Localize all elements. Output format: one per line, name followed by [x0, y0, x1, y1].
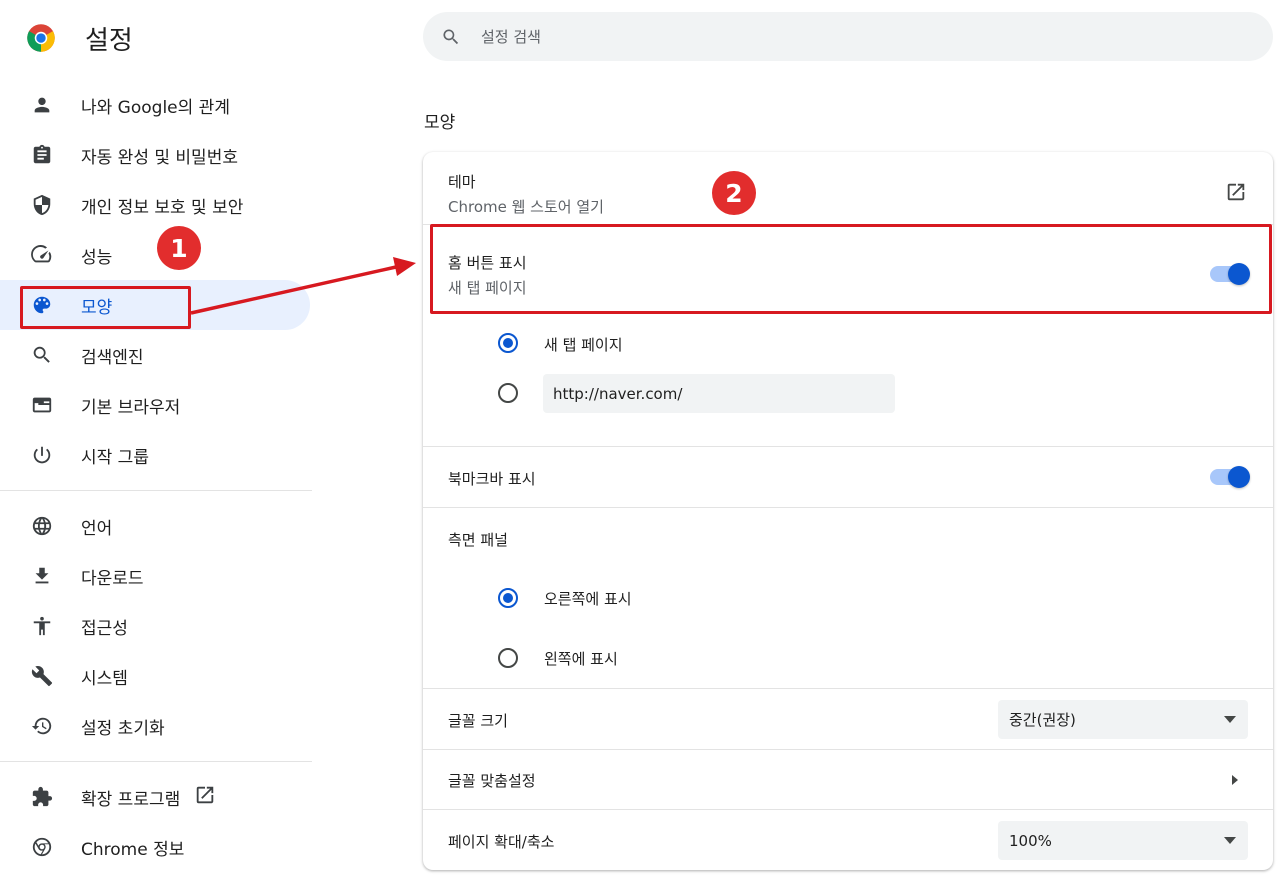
page-zoom-select[interactable]: 100% — [998, 821, 1248, 860]
sidebar-item-label: 성능 — [81, 247, 113, 268]
sidebar-item-label: 언어 — [81, 518, 113, 539]
bookmarks-bar-title: 북마크바 표시 — [448, 470, 536, 488]
settings-header: 설정 — [26, 20, 133, 56]
clipboard-icon — [30, 143, 54, 167]
sidebar-item-on-startup[interactable]: 시작 그룹 — [0, 430, 312, 480]
dropdown-arrow-icon — [1224, 716, 1236, 723]
person-icon — [30, 93, 54, 117]
download-icon — [30, 564, 54, 588]
page-title: 설정 — [85, 25, 133, 56]
sidebar-item-label: 나와 Google의 관계 — [81, 97, 230, 118]
page-zoom-title: 페이지 확대/축소 — [448, 833, 555, 851]
sidebar-item-label: 설정 초기화 — [81, 718, 165, 739]
sidebar-item-extensions[interactable]: 확장 프로그램 — [0, 772, 312, 822]
sidebar-item-search-engine[interactable]: 검색엔진 — [0, 330, 312, 380]
sidebar-item-you-and-google[interactable]: 나와 Google의 관계 — [0, 80, 312, 130]
open-in-new-icon — [180, 784, 216, 810]
chevron-right-icon — [1232, 775, 1238, 785]
globe-icon — [30, 514, 54, 538]
sidebar-item-label: 자동 완성 및 비밀번호 — [81, 147, 238, 168]
shield-icon — [30, 193, 54, 217]
annotation-highlight-home-button — [430, 224, 1272, 314]
restore-icon — [30, 714, 54, 738]
chrome-settings-page: 설정 나와 Google의 관계 자동 완성 및 비밀번호 개인 정보 보호 및… — [0, 0, 1288, 882]
bookmarks-bar-row[interactable]: 북마크바 표시 — [423, 446, 1273, 507]
side-panel-right-label: 오른쪽에 표시 — [544, 590, 632, 608]
side-panel-left-radio[interactable] — [498, 648, 518, 668]
sidebar-divider — [0, 490, 312, 491]
search-input[interactable] — [481, 27, 1181, 46]
sidebar-item-system[interactable]: 시스템 — [0, 651, 312, 701]
wrench-icon — [30, 664, 54, 688]
settings-search-bar[interactable] — [423, 12, 1273, 61]
sidebar-item-label: 검색엔진 — [81, 347, 144, 368]
browser-window-icon — [30, 393, 54, 417]
sidebar-nav: 나와 Google의 관계 자동 완성 및 비밀번호 개인 정보 보호 및 보안… — [0, 80, 312, 872]
sidebar-item-label: 기본 브라우저 — [81, 397, 181, 418]
theme-title: 테마 — [448, 173, 476, 191]
sidebar-item-label: 개인 정보 보호 및 보안 — [81, 197, 244, 218]
sidebar-item-label: 확장 프로그램 — [81, 789, 181, 810]
annotation-highlight-sidebar — [20, 286, 191, 329]
search-icon — [30, 343, 54, 367]
sidebar-item-label: Chrome 정보 — [81, 839, 185, 860]
home-newtab-radio[interactable] — [498, 333, 518, 353]
customize-fonts-row[interactable]: 글꼴 맞춤설정 — [423, 749, 1273, 809]
chrome-logo-icon — [27, 24, 55, 52]
sidebar-item-accessibility[interactable]: 접근성 — [0, 601, 312, 651]
puzzle-icon — [30, 785, 54, 809]
font-size-row: 글꼴 크기 중간(권장) — [423, 688, 1273, 749]
sidebar-item-about-chrome[interactable]: Chrome 정보 — [0, 822, 312, 872]
font-size-value: 중간(권장) — [1009, 711, 1076, 729]
search-icon — [443, 29, 459, 44]
sidebar-item-default-browser[interactable]: 기본 브라우저 — [0, 380, 312, 430]
sidebar-divider — [0, 761, 312, 762]
sidebar-item-autofill[interactable]: 자동 완성 및 비밀번호 — [0, 130, 312, 180]
sidebar-item-performance[interactable]: 성능 — [0, 230, 312, 280]
chrome-icon — [30, 835, 54, 859]
section-title: 모양 — [424, 113, 456, 133]
dropdown-arrow-icon — [1224, 837, 1236, 844]
toggle-knob — [1228, 466, 1250, 488]
page-zoom-row: 페이지 확대/축소 100% — [423, 809, 1273, 870]
sidebar-item-label: 시작 그룹 — [81, 447, 149, 468]
font-size-select[interactable]: 중간(권장) — [998, 700, 1248, 739]
bookmarks-bar-toggle[interactable] — [1210, 466, 1250, 488]
home-newtab-label: 새 탭 페이지 — [544, 336, 623, 354]
theme-row[interactable]: 테마 Chrome 웹 스토어 열기 — [423, 152, 1273, 224]
customize-fonts-title: 글꼴 맞춤설정 — [448, 772, 536, 790]
power-icon — [30, 443, 54, 467]
accessibility-icon — [30, 614, 54, 638]
page-zoom-value: 100% — [1009, 831, 1052, 850]
home-custom-url-field[interactable]: http://naver.com/ — [543, 374, 895, 413]
side-panel-title: 측면 패널 — [448, 531, 508, 549]
sidebar-item-label: 시스템 — [81, 668, 128, 689]
speedometer-icon — [30, 243, 54, 267]
sidebar-item-downloads[interactable]: 다운로드 — [0, 551, 312, 601]
sidebar-item-privacy[interactable]: 개인 정보 보호 및 보안 — [0, 180, 312, 230]
sidebar-item-label: 접근성 — [81, 618, 128, 639]
theme-subtitle: Chrome 웹 스토어 열기 — [448, 198, 604, 216]
sidebar-item-languages[interactable]: 언어 — [0, 501, 312, 551]
side-panel-right-radio[interactable] — [498, 588, 518, 608]
home-custom-url-radio[interactable] — [498, 383, 518, 403]
home-custom-url-value: http://naver.com/ — [553, 384, 683, 403]
side-panel-left-label: 왼쪽에 표시 — [544, 650, 618, 668]
font-size-title: 글꼴 크기 — [448, 712, 508, 730]
annotation-badge-2: 2 — [712, 171, 756, 215]
sidebar-item-label: 다운로드 — [81, 568, 144, 589]
open-in-new-icon[interactable] — [1225, 181, 1247, 203]
sidebar-item-reset[interactable]: 설정 초기화 — [0, 701, 312, 751]
annotation-badge-1: 1 — [157, 226, 201, 270]
